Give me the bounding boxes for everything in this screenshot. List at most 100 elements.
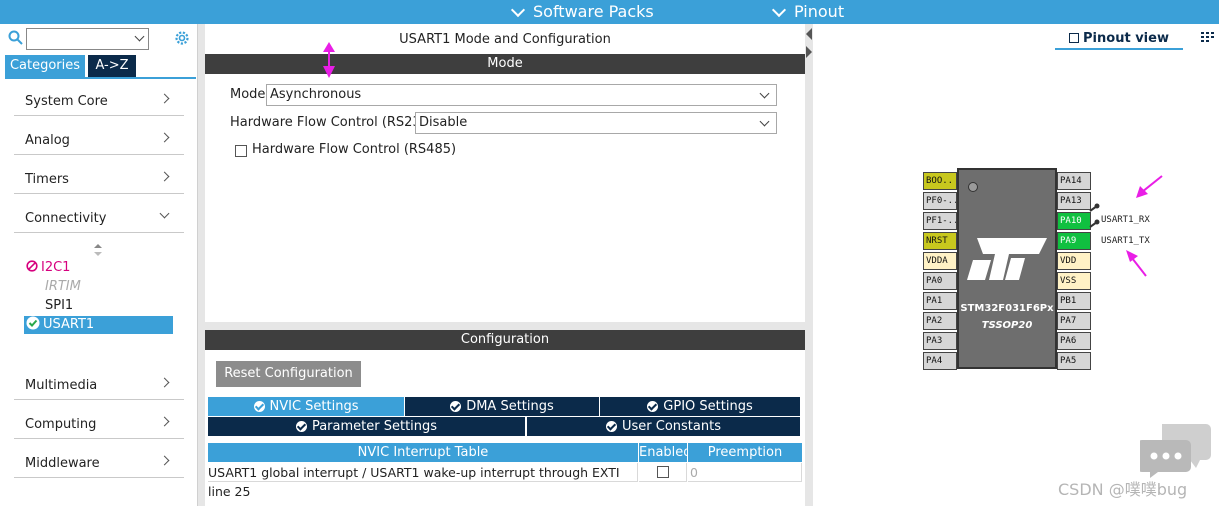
pin-boot[interactable]: BOO..: [923, 172, 957, 190]
pin-pa3[interactable]: PA3: [923, 332, 957, 350]
pin-pa10[interactable]: PA10: [1057, 212, 1091, 230]
tab-categories[interactable]: Categories: [5, 55, 85, 77]
category-middleware[interactable]: Middleware: [14, 442, 184, 478]
st-logo-icon: [967, 238, 1047, 280]
panel-divider[interactable]: [805, 24, 813, 506]
panel-divider[interactable]: [198, 24, 205, 506]
category-label: Multimedia: [25, 378, 98, 393]
tab-gpio-settings[interactable]: GPIO Settings: [600, 397, 800, 416]
pin1-marker: [968, 182, 978, 192]
tab-nvic-settings[interactable]: NVIC Settings: [208, 397, 404, 416]
pin-pa1[interactable]: PA1: [923, 292, 957, 310]
check-circle-icon: [450, 401, 462, 412]
mode-label: Mode: [230, 87, 266, 102]
collapse-arrows-icon[interactable]: [805, 26, 813, 66]
pin-pa6[interactable]: PA6: [1057, 332, 1091, 350]
category-label: System Core: [25, 94, 108, 109]
peripheral-spi1[interactable]: SPI1: [45, 297, 73, 315]
category-connectivity[interactable]: Connectivity: [14, 197, 184, 233]
pin-pb1[interactable]: PB1: [1057, 292, 1091, 310]
disabled-icon: [26, 260, 38, 272]
category-analog[interactable]: Analog: [14, 119, 184, 155]
check-circle-icon: [295, 421, 307, 432]
tab-parameter-settings[interactable]: Parameter Settings: [208, 417, 525, 436]
chevron-right-icon: [159, 455, 170, 466]
check-circle-icon: [26, 316, 40, 330]
chevron-right-icon: [159, 416, 170, 427]
peripheral-usart1[interactable]: USART1: [24, 316, 173, 334]
chevron-down-icon[interactable]: [134, 31, 145, 42]
signal-label-tx[interactable]: USART1_TX: [1101, 236, 1150, 246]
tab-user-constants[interactable]: User Constants: [527, 417, 800, 436]
search-input[interactable]: [26, 28, 149, 50]
table-cell-priority[interactable]: 0: [688, 463, 802, 482]
pin-pa9[interactable]: PA9: [1057, 232, 1091, 250]
gear-icon[interactable]: [173, 29, 191, 47]
peripheral-i2c1[interactable]: I2C1: [26, 259, 70, 277]
check-circle-icon: [253, 401, 265, 412]
table-header-enabled[interactable]: Enabled: [639, 443, 692, 462]
table-header-priority[interactable]: Preemption Priority: [688, 443, 802, 479]
category-label: Analog: [25, 133, 70, 148]
system-view-icon[interactable]: [1200, 31, 1216, 45]
category-label: Computing: [25, 417, 97, 432]
hw-flow-label: Hardware Flow Control (RS232): [230, 115, 435, 130]
table-cell-interrupt-name: USART1 global interrupt / USART1 wake-up…: [208, 463, 638, 499]
tab-a-to-z[interactable]: A->Z: [88, 55, 136, 77]
category-multimedia[interactable]: Multimedia: [14, 364, 184, 400]
chat-bubble-icon[interactable]: [1140, 422, 1212, 478]
pin-pa7[interactable]: PA7: [1057, 312, 1091, 330]
tab-label: Parameter Settings: [311, 419, 438, 434]
mode-select[interactable]: Asynchronous: [266, 84, 777, 106]
pin-pa2[interactable]: PA2: [923, 312, 957, 330]
pin-pa5[interactable]: PA5: [1057, 352, 1091, 370]
sort-icon[interactable]: [93, 243, 103, 257]
chevron-down-icon: [759, 116, 770, 127]
peripheral-irtim[interactable]: IRTIM: [45, 278, 81, 296]
software-packs-menu[interactable]: Software Packs: [510, 1, 654, 23]
pin-pa14[interactable]: PA14: [1057, 172, 1091, 190]
interrupt-enabled-checkbox[interactable]: [657, 466, 669, 478]
reset-configuration-button[interactable]: Reset Configuration: [216, 361, 361, 387]
category-computing[interactable]: Computing: [14, 403, 184, 439]
table-cell-enabled: [639, 463, 687, 482]
tab-label: NVIC Settings: [269, 399, 359, 414]
mcu-chip[interactable]: STM32F031F6Px TSSOP20: [957, 168, 1057, 369]
pin-pa4[interactable]: PA4: [923, 352, 957, 370]
peripheral-label: I2C1: [41, 260, 71, 275]
pin-vdda[interactable]: VDDA: [923, 252, 957, 270]
hw-flow-select[interactable]: Disable: [415, 112, 777, 134]
tab-dma-settings[interactable]: DMA Settings: [405, 397, 599, 416]
annotation-arrow-icon: [1136, 175, 1163, 198]
table-header-nvic[interactable]: NVIC Interrupt Table: [208, 443, 638, 462]
chevron-right-icon: [159, 93, 170, 104]
chevron-right-icon: [159, 377, 170, 388]
panel-splitter[interactable]: [205, 322, 805, 330]
category-label: Connectivity: [25, 211, 107, 226]
tab-underline: [5, 77, 196, 79]
pin-vdd[interactable]: VDD: [1057, 252, 1091, 270]
category-system-core[interactable]: System Core: [14, 80, 184, 116]
check-circle-icon: [606, 421, 617, 432]
signal-label-rx[interactable]: USART1_RX: [1101, 215, 1150, 225]
category-label: Timers: [25, 172, 69, 187]
rs485-checkbox[interactable]: [235, 145, 247, 157]
search-icon[interactable]: [8, 30, 24, 46]
pin-pa13[interactable]: PA13: [1057, 192, 1091, 210]
chevron-down-icon: [159, 208, 170, 219]
pin-pf1[interactable]: PF1-..: [923, 212, 957, 230]
mode-panel: USART1 Mode and Configuration Mode Mode …: [205, 26, 805, 322]
pin-pa0[interactable]: PA0: [923, 272, 957, 290]
tab-label: User Constants: [622, 419, 721, 434]
category-timers[interactable]: Timers: [14, 158, 184, 194]
pin-pf0[interactable]: PF0-..: [923, 192, 957, 210]
chevron-down-icon: [771, 2, 787, 17]
pin-nrst[interactable]: NRST: [923, 232, 957, 250]
chip-name: STM32F031F6Px: [960, 303, 1054, 314]
mode-header: Mode: [205, 54, 805, 74]
tab-pinout-view[interactable]: Pinout view: [1055, 30, 1183, 50]
pin-vss[interactable]: VSS: [1057, 272, 1091, 290]
pushpin-icon: [1089, 203, 1100, 228]
configuration-panel: Configuration Reset Configuration NVIC S…: [205, 330, 805, 506]
pinout-menu[interactable]: Pinout: [771, 1, 844, 23]
